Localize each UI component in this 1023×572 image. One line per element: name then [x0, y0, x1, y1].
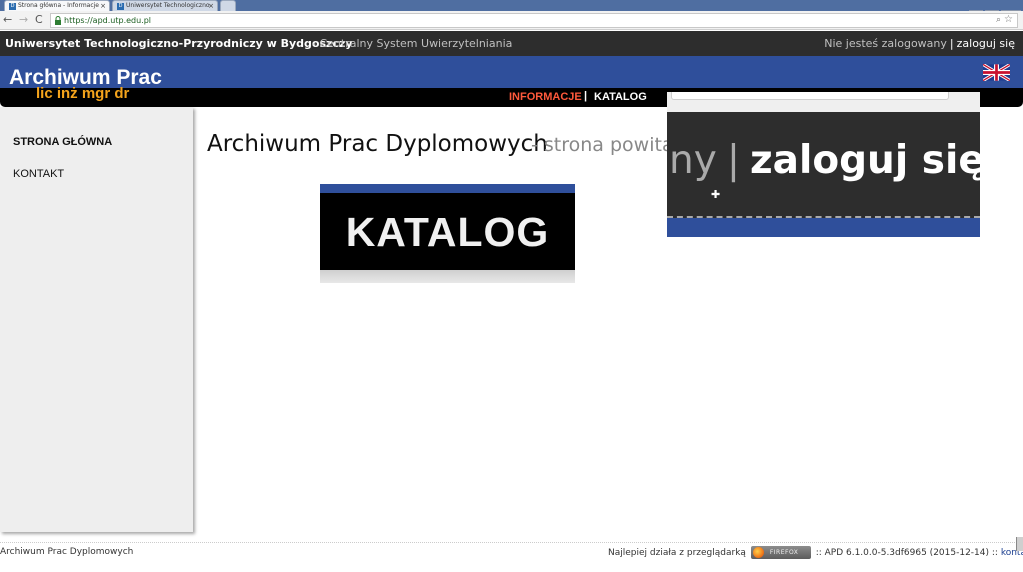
- magnified-separator: |: [726, 138, 740, 183]
- tab-close-icon[interactable]: ×: [100, 1, 106, 11]
- tab-label: Uniwersytet Technologiczno: [126, 2, 210, 9]
- footer-best-viewed: Najlepiej działa z przeglądarką: [608, 548, 746, 558]
- sidebar-item-contact[interactable]: KONTAKT: [13, 168, 64, 180]
- page-title: Archiwum Prac Dyplomowych: [207, 131, 548, 157]
- magnifier-blue-band: [667, 218, 980, 237]
- site-header: Archiwum Prac: [0, 56, 1023, 89]
- zoom-magnifier-icon[interactable]: ⌕: [996, 15, 1001, 25]
- favicon-icon: D: [117, 3, 124, 10]
- magnifier-top-field: [671, 92, 949, 100]
- katalog-banner-label: KATALOG: [345, 209, 550, 255]
- back-arrow-icon[interactable]: ←: [3, 14, 12, 26]
- magnified-login-text: ny | zaloguj się: [669, 138, 985, 184]
- bookmark-star-icon[interactable]: ☆: [1004, 14, 1013, 25]
- firefox-icon: [752, 547, 764, 558]
- crosshair-cursor-icon: ✚: [711, 188, 721, 201]
- footer-site-name: Archiwum Prac Dyplomowych: [0, 547, 134, 557]
- footer-version: :: APD 6.1.0.0-5.3df6965 (2015-12-14) ::: [815, 548, 998, 558]
- firefox-badge-label: FIREFOX: [769, 549, 799, 556]
- scrollbar-edge: [1016, 537, 1023, 551]
- tab-close-icon[interactable]: ×: [208, 1, 214, 11]
- forward-arrow-icon[interactable]: →: [19, 14, 28, 26]
- url-field[interactable]: https://apd.utp.edu.pl ⌕ ☆: [50, 13, 1018, 28]
- menu-item-katalog[interactable]: KATALOG: [594, 92, 647, 103]
- footer-divider: [0, 542, 1023, 543]
- page-subtitle: - strona powitalna: [531, 134, 671, 156]
- login-link[interactable]: zaloguj się: [957, 37, 1015, 50]
- window-controls: –▢✕: [967, 0, 1021, 18]
- magnifier-top-strip: [667, 92, 980, 112]
- url-text: https://apd.utp.edu.pl: [64, 16, 152, 25]
- not-logged-text: Nie jesteś zalogowany: [824, 37, 947, 50]
- magnified-login-link: zaloguj się: [749, 138, 985, 183]
- university-name: Uniwersytet Technologiczno-Przyrodniczy …: [5, 37, 353, 50]
- favicon-icon: D: [9, 3, 16, 10]
- uk-flag-icon[interactable]: [983, 64, 1010, 81]
- sidebar: STRONA GŁÓWNA KONTAKT: [0, 107, 193, 532]
- separator: |: [949, 37, 954, 50]
- system-name: - Centralny System Uwierzytelniania: [312, 37, 513, 50]
- menu-item-informacje[interactable]: INFORMACJE: [509, 92, 582, 103]
- login-status: Nie jesteś zalogowany | zaloguj się: [824, 37, 1015, 50]
- browser-tab-active[interactable]: D Strona główna - Informacje ×: [4, 0, 110, 11]
- degrees-tagline: lic inż mgr dr: [36, 85, 130, 102]
- new-tab-button[interactable]: [220, 0, 236, 11]
- tab-label: Strona główna - Informacje: [18, 2, 99, 9]
- screen-magnifier-overlay: ny | zaloguj się ✚: [667, 92, 985, 237]
- browser-tab[interactable]: D Uniwersytet Technologiczno ×: [112, 0, 218, 11]
- site-top-bar: Uniwersytet Technologiczno-Przyrodniczy …: [0, 31, 1023, 56]
- footer-info: Najlepiej działa z przeglądarką FIREFOX …: [608, 546, 1023, 559]
- katalog-banner-button[interactable]: KATALOG: [320, 184, 575, 283]
- magnified-fragment: ny: [669, 138, 717, 183]
- browser-tab-bar: D Strona główna - Informacje × D Uniwersyt…: [0, 0, 1023, 18]
- banner-top-band: [320, 184, 575, 193]
- browser-toolbar: ← → C https://apd.utp.edu.pl ⌕ ☆: [0, 11, 1023, 30]
- banner-bottom-band: [320, 270, 575, 283]
- sidebar-item-home[interactable]: STRONA GŁÓWNA: [13, 136, 112, 148]
- reload-icon[interactable]: C: [35, 14, 43, 26]
- menu-separator: |: [584, 90, 588, 102]
- lock-icon: [55, 16, 61, 25]
- firefox-badge[interactable]: FIREFOX: [750, 546, 811, 559]
